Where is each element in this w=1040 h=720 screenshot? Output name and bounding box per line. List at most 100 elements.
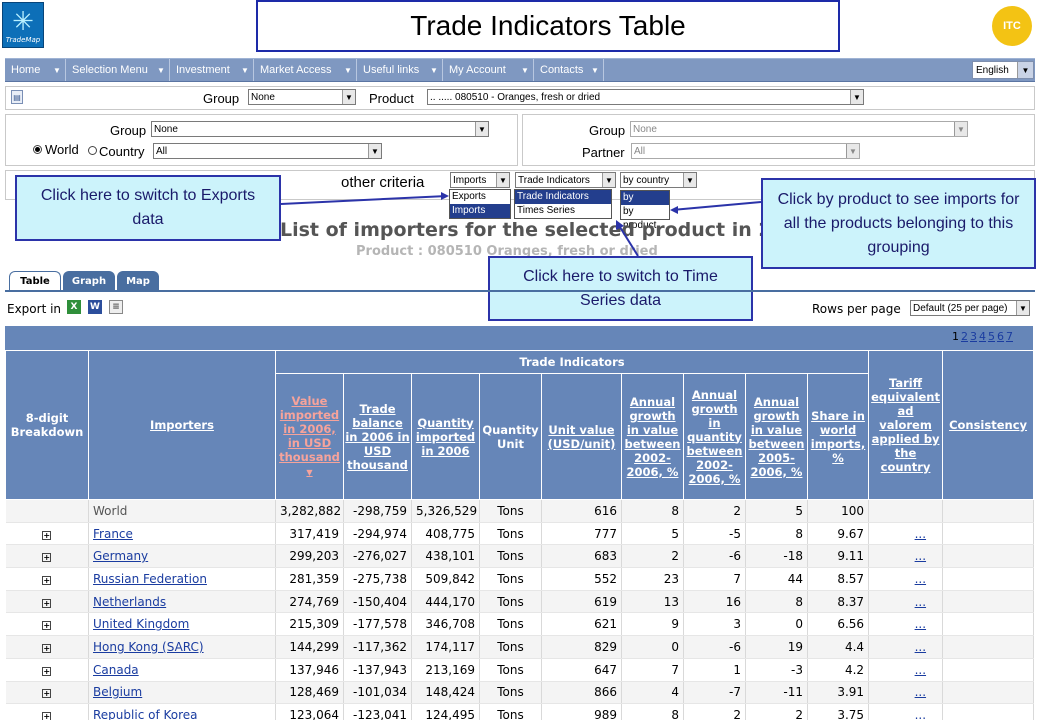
excel-icon[interactable]: X (67, 300, 81, 314)
arrow-byproduct (671, 201, 762, 211)
consistency-cell (942, 703, 1035, 720)
tariff-cell[interactable]: ... (868, 590, 944, 614)
tab-map[interactable]: Map (117, 271, 159, 291)
breakdown-cell[interactable]: + (5, 703, 89, 720)
importer-cell[interactable]: Canada (88, 658, 276, 682)
breakdown-cell[interactable]: + (5, 658, 89, 682)
importer-link[interactable]: United Kingdom (93, 617, 189, 631)
expand-plus-icon[interactable]: + (42, 712, 52, 720)
breakdown-cell[interactable]: + (5, 612, 89, 637)
importer-cell[interactable]: Republic of Korea (88, 703, 276, 720)
breakdown-cell[interactable]: + (5, 635, 89, 659)
table-row: + Belgium 128,469 -101,034 148,424 Tons 866 4 -7… (5, 681, 1035, 705)
g3-cell: -11 (745, 681, 808, 705)
importer-link[interactable]: Netherlands (93, 595, 166, 609)
word-icon[interactable]: W (88, 300, 102, 314)
page-link-3[interactable]: 3 (970, 330, 977, 343)
importer-link[interactable]: Belgium (93, 685, 142, 699)
header-growth-value[interactable]: Annual growth in value between 2002-2006… (621, 373, 684, 500)
tariff-cell[interactable]: ... (868, 544, 944, 569)
breakdown-cell[interactable]: + (5, 567, 89, 591)
tariff-cell[interactable]: ... (868, 522, 944, 546)
page-link-4[interactable]: 4 (979, 330, 986, 343)
expand-plus-icon[interactable]: + (42, 530, 52, 540)
tab-graph[interactable]: Graph (63, 271, 115, 291)
g1-cell: 5 (621, 522, 684, 546)
tariff-cell[interactable]: ... (868, 567, 944, 591)
breakdown-cell[interactable]: + (5, 544, 89, 569)
arrow-head-byproduct (670, 206, 678, 214)
expand-plus-icon[interactable]: + (42, 643, 52, 653)
importer-link[interactable]: Germany (93, 549, 148, 563)
share-cell: 3.91 (807, 681, 870, 705)
tab-table[interactable]: Table (9, 271, 61, 291)
importer-link[interactable]: Russian Federation (93, 572, 207, 586)
header-unit-value[interactable]: Unit value (USD/unit) (541, 373, 622, 500)
table-row: + Netherlands 274,769 -150,404 444,170 Tons 61… (5, 590, 1035, 614)
rows-per-page-select[interactable]: Default (25 per page) ▼ (910, 300, 1030, 316)
importer-cell[interactable]: France (88, 522, 276, 546)
importer-cell[interactable]: Germany (88, 544, 276, 569)
importer-link[interactable]: Canada (93, 663, 139, 677)
tariff-cell[interactable]: ... (868, 635, 944, 659)
consistency-cell (942, 658, 1035, 682)
expand-plus-icon[interactable]: + (42, 689, 52, 699)
quantity-cell: 438,101 (411, 544, 480, 569)
unitvalue-cell: 777 (541, 522, 622, 546)
page-link-2[interactable]: 2 (961, 330, 968, 343)
chevron-down-icon[interactable]: ▼ (1016, 301, 1029, 315)
breakdown-cell[interactable]: + (5, 590, 89, 614)
page-link-1[interactable]: 1 (952, 330, 959, 343)
consistency-cell (942, 635, 1035, 659)
header-breakdown: 8-digit Breakdown (5, 350, 89, 500)
tariff-cell[interactable]: ... (868, 658, 944, 682)
value-cell: 215,309 (275, 612, 344, 637)
g2-cell: -5 (683, 522, 746, 546)
header-growth-quantity[interactable]: Annual growth in quantity between 2002-2… (683, 373, 746, 500)
balance-cell: -101,034 (343, 681, 412, 705)
g2-cell: -6 (683, 544, 746, 569)
tariff-cell[interactable]: ... (868, 681, 944, 705)
header-growth-value-2005[interactable]: Annual growth in value between 2005-2006… (745, 373, 808, 500)
consistency-cell (942, 681, 1035, 705)
value-cell: 274,769 (275, 590, 344, 614)
importer-cell[interactable]: Netherlands (88, 590, 276, 614)
page-link-7[interactable]: 7 (1006, 330, 1013, 343)
expand-plus-icon[interactable]: + (42, 553, 52, 563)
expand-plus-icon[interactable]: + (42, 598, 52, 608)
importer-link[interactable]: France (93, 527, 133, 541)
page-link-6[interactable]: 6 (997, 330, 1004, 343)
g3-cell: 0 (745, 612, 808, 637)
importer-cell[interactable]: Belgium (88, 681, 276, 705)
header-share-world[interactable]: Share in world imports, % (806, 373, 870, 500)
unit-cell: Tons (479, 703, 542, 720)
importer-link[interactable]: Hong Kong (SARC) (93, 640, 204, 654)
header-tariff[interactable]: Tariff equivalent ad valorem applied by … (868, 350, 944, 500)
tariff-cell[interactable]: ... (868, 703, 944, 720)
g3-cell: 2 (745, 703, 808, 720)
g1-cell: 13 (621, 590, 684, 614)
header-consistency[interactable]: Consistency (942, 350, 1035, 500)
page-link-5[interactable]: 5 (988, 330, 995, 343)
header-value-imported[interactable]: Value imported in 2006, in USD thousand ▼ (275, 373, 344, 500)
unitvalue-cell: 621 (541, 612, 622, 637)
importer-cell[interactable]: United Kingdom (88, 612, 276, 637)
breakdown-cell[interactable]: + (5, 522, 89, 546)
tariff-cell[interactable]: ... (868, 612, 944, 637)
header-importers[interactable]: Importers (88, 350, 276, 500)
tariff-cell (868, 499, 944, 523)
importer-link[interactable]: Republic of Korea (93, 708, 198, 720)
expand-plus-icon[interactable]: + (42, 621, 52, 631)
expand-plus-icon[interactable]: + (42, 575, 52, 585)
header-trade-balance[interactable]: Trade balance in 2006 in USD thousand (343, 373, 412, 500)
consistency-cell (942, 522, 1035, 546)
importer-cell[interactable]: Hong Kong (SARC) (88, 635, 276, 659)
quantity-cell: 213,169 (411, 658, 480, 682)
unitvalue-cell: 829 (541, 635, 622, 659)
share-cell: 9.11 (807, 544, 870, 569)
header-quantity-imported[interactable]: Quantity imported in 2006 (411, 373, 480, 500)
breakdown-cell[interactable]: + (5, 681, 89, 705)
expand-plus-icon[interactable]: + (42, 666, 52, 676)
importer-cell[interactable]: Russian Federation (88, 567, 276, 591)
text-file-icon[interactable]: ≡ (109, 300, 123, 314)
